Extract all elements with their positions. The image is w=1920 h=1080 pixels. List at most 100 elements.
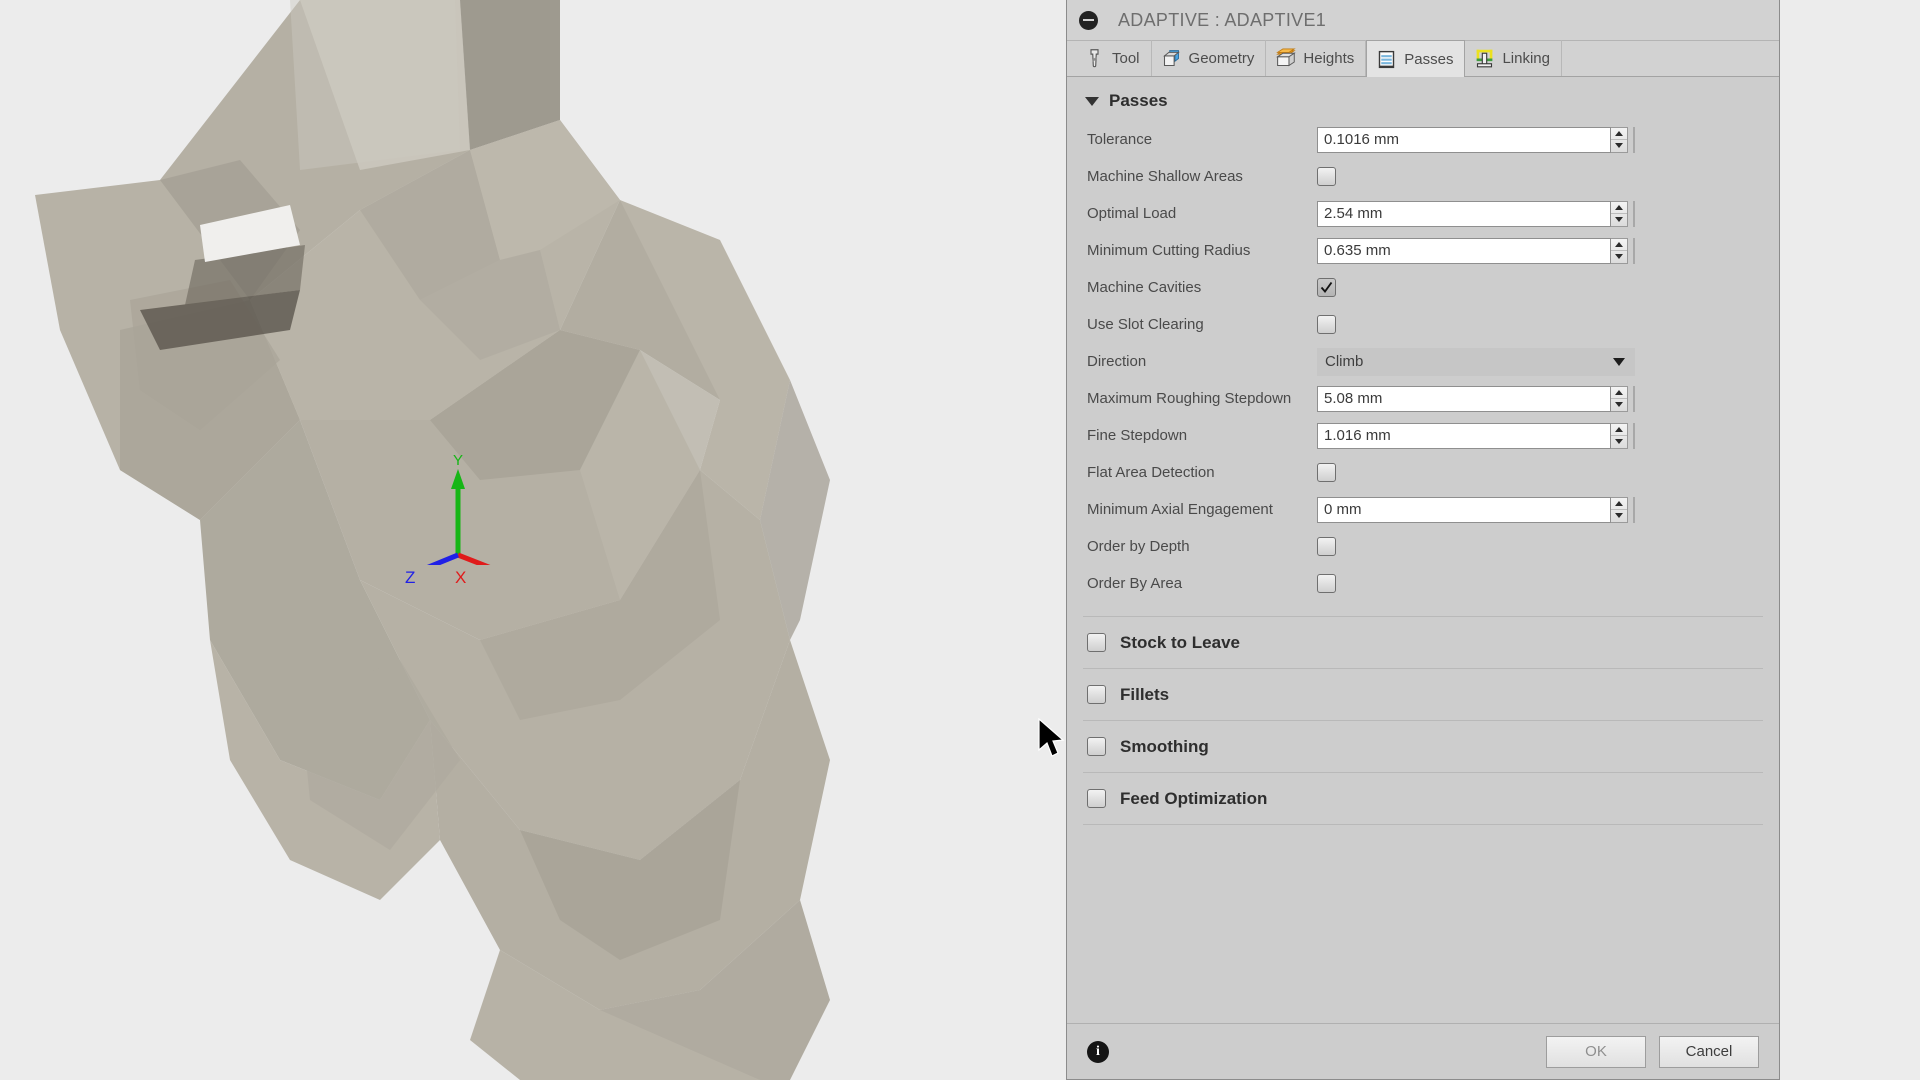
axis-label-z: Z (405, 568, 416, 587)
collapse-minus-icon[interactable] (1079, 10, 1098, 30)
axis-label-x: X (455, 568, 467, 587)
spinner-optimal-load[interactable] (1611, 200, 1628, 227)
tab-label-geometry: Geometry (1188, 49, 1255, 67)
tab-label-passes: Passes (1404, 50, 1454, 68)
row-use-slot-clearing: Use Slot Clearing (1067, 306, 1779, 343)
spinner-tolerance[interactable] (1611, 126, 1628, 153)
dialog-title: ADAPTIVE : ADAPTIVE1 (1118, 9, 1327, 30)
tab-label-tool: Tool (1112, 49, 1140, 67)
spinner-maximum-roughing-stepdown[interactable] (1611, 385, 1628, 412)
tab-tool[interactable]: Tool (1075, 40, 1152, 76)
axis-label-y: Y (453, 455, 463, 469)
dialog-footer: i OK Cancel (1067, 1023, 1779, 1079)
passes-icon (1379, 50, 1395, 68)
label-machine-shallow-areas: Machine Shallow Areas (1087, 168, 1243, 185)
spinner-down-fine-stepdown[interactable] (1611, 436, 1627, 448)
checkbox-smoothing[interactable] (1087, 737, 1106, 756)
label-minimum-cutting-radius: Minimum Cutting Radius (1087, 242, 1251, 259)
checkbox-order-by-depth[interactable] (1317, 537, 1336, 556)
check-icon (1320, 281, 1333, 294)
input-fine-stepdown[interactable]: 1.016 mm (1317, 422, 1611, 449)
spinner-down-tolerance[interactable] (1611, 140, 1627, 152)
divider (1083, 824, 1763, 825)
heights-icon (1276, 47, 1297, 66)
spinner-up-tolerance[interactable] (1611, 128, 1627, 140)
passes-section-title: Passes (1109, 91, 1168, 110)
input-maximum-roughing-stepdown[interactable]: 5.08 mm (1317, 385, 1611, 412)
spinner-down-minimum-cutting-radius[interactable] (1611, 251, 1627, 263)
geometry-icon (1162, 49, 1180, 66)
row-order-by-area: Order By Area (1067, 565, 1779, 602)
checkbox-order-by-area[interactable] (1317, 574, 1336, 593)
group-fillets[interactable]: Fillets (1067, 669, 1779, 720)
caret-down-icon (1085, 96, 1099, 106)
spinner-down-minimum-axial-engagement[interactable] (1611, 510, 1627, 522)
info-icon[interactable]: i (1087, 1040, 1109, 1063)
spinner-up-minimum-axial-engagement[interactable] (1611, 498, 1627, 510)
group-feed-optimization[interactable]: Feed Optimization (1067, 773, 1779, 824)
checkbox-machine-cavities[interactable] (1317, 278, 1336, 297)
row-tolerance: Tolerance 0.1016 mm (1067, 121, 1779, 158)
group-smoothing[interactable]: Smoothing (1067, 721, 1779, 772)
model-render (0, 0, 1066, 1080)
checkbox-stock-to-leave[interactable] (1087, 633, 1106, 652)
row-machine-shallow-areas: Machine Shallow Areas (1067, 158, 1779, 195)
label-optimal-load: Optimal Load (1087, 205, 1177, 222)
label-order-by-depth: Order by Depth (1087, 538, 1190, 555)
checkbox-fillets[interactable] (1087, 685, 1106, 704)
spinner-minimum-cutting-radius[interactable] (1611, 237, 1628, 264)
input-minimum-axial-engagement[interactable]: 0 mm (1317, 496, 1611, 523)
input-optimal-load[interactable]: 2.54 mm (1317, 200, 1611, 227)
checkbox-feed-optimization[interactable] (1087, 789, 1106, 808)
checkbox-use-slot-clearing[interactable] (1317, 315, 1336, 334)
tab-geometry[interactable]: Geometry (1152, 40, 1267, 76)
adaptive-dialog-panel: ADAPTIVE : ADAPTIVE1 Tool Geometry Heigh… (1066, 0, 1780, 1080)
ok-button[interactable]: OK (1546, 1035, 1646, 1068)
label-fillets: Fillets (1120, 684, 1170, 704)
spinner-down-optimal-load[interactable] (1611, 214, 1627, 226)
cancel-button[interactable]: Cancel (1659, 1035, 1759, 1068)
dialog-body: Passes Tolerance 0.1016 mm Machine Shall… (1067, 77, 1779, 1023)
label-smoothing: Smoothing (1120, 736, 1209, 756)
tab-linking[interactable]: Linking (1465, 40, 1562, 76)
3d-viewport[interactable]: Y X Z (0, 0, 1066, 1080)
row-order-by-depth: Order by Depth (1067, 528, 1779, 565)
row-minimum-cutting-radius: Minimum Cutting Radius 0.635 mm (1067, 232, 1779, 269)
spinner-up-maximum-roughing-stepdown[interactable] (1611, 387, 1627, 399)
tab-label-linking: Linking (1502, 49, 1550, 67)
tab-label-heights: Heights (1303, 49, 1355, 67)
label-flat-area-detection: Flat Area Detection (1087, 464, 1215, 481)
row-optimal-load: Optimal Load 2.54 mm (1067, 195, 1779, 232)
label-tolerance: Tolerance (1087, 131, 1153, 148)
tab-heights[interactable]: Heights (1266, 40, 1367, 76)
group-stock-to-leave[interactable]: Stock to Leave (1067, 617, 1779, 668)
label-minimum-axial-engagement: Minimum Axial Engagement (1087, 501, 1273, 518)
dialog-titlebar: ADAPTIVE : ADAPTIVE1 (1067, 0, 1779, 41)
input-minimum-cutting-radius[interactable]: 0.635 mm (1317, 237, 1611, 264)
passes-section-header[interactable]: Passes (1067, 77, 1779, 121)
spinner-up-fine-stepdown[interactable] (1611, 424, 1627, 436)
axis-triad: Y (426, 455, 491, 565)
chevron-down-icon (1613, 357, 1625, 366)
tab-strip: Tool Geometry Heights Passes Linking (1067, 40, 1779, 77)
checkbox-machine-shallow-areas[interactable] (1317, 167, 1336, 186)
select-direction[interactable]: Climb (1317, 347, 1635, 376)
row-maximum-roughing-stepdown: Maximum Roughing Stepdown 5.08 mm (1067, 380, 1779, 417)
row-fine-stepdown: Fine Stepdown 1.016 mm (1067, 417, 1779, 454)
label-maximum-roughing-stepdown: Maximum Roughing Stepdown (1087, 390, 1292, 407)
checkbox-flat-area-detection[interactable] (1317, 463, 1336, 482)
row-machine-cavities: Machine Cavities (1067, 269, 1779, 306)
tab-passes[interactable]: Passes (1366, 40, 1466, 77)
label-order-by-area: Order By Area (1087, 575, 1183, 592)
spinner-up-minimum-cutting-radius[interactable] (1611, 239, 1627, 251)
label-machine-cavities: Machine Cavities (1087, 279, 1202, 296)
input-tolerance[interactable]: 0.1016 mm (1317, 126, 1611, 153)
row-minimum-axial-engagement: Minimum Axial Engagement 0 mm (1067, 491, 1779, 528)
row-direction: Direction Climb (1067, 343, 1779, 380)
spinner-fine-stepdown[interactable] (1611, 422, 1628, 449)
linking-icon (1477, 49, 1493, 67)
label-stock-to-leave: Stock to Leave (1120, 632, 1240, 652)
spinner-up-optimal-load[interactable] (1611, 202, 1627, 214)
spinner-minimum-axial-engagement[interactable] (1611, 496, 1628, 523)
spinner-down-maximum-roughing-stepdown[interactable] (1611, 399, 1627, 411)
